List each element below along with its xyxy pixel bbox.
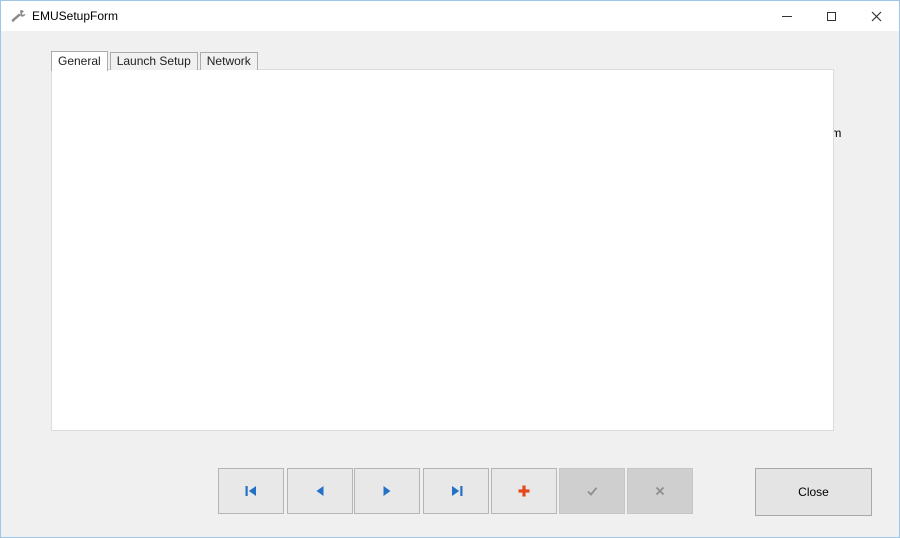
- close-icon: [871, 11, 882, 22]
- check-icon: [585, 484, 599, 498]
- first-record-button[interactable]: [218, 468, 284, 514]
- emusetupform-window: EMUSetupForm General Launch Setup Networ…: [0, 0, 900, 538]
- last-record-icon: [449, 484, 464, 498]
- maximize-button[interactable]: [809, 1, 854, 31]
- close-form-label: Close: [798, 485, 829, 499]
- next-record-button[interactable]: [354, 468, 420, 514]
- close-form-button[interactable]: Close: [755, 468, 872, 516]
- minimize-button[interactable]: [764, 1, 809, 31]
- minimize-icon: [782, 16, 792, 17]
- cross-icon: [654, 485, 666, 497]
- post-edit-button[interactable]: [559, 468, 625, 514]
- maximize-icon: [827, 12, 836, 21]
- prior-record-icon: [313, 484, 327, 498]
- window-title: EMUSetupForm: [32, 1, 118, 31]
- insert-record-button[interactable]: [491, 468, 557, 514]
- tab-network[interactable]: Network: [200, 52, 258, 70]
- first-record-icon: [244, 484, 259, 498]
- title-bar: EMUSetupForm: [1, 1, 899, 31]
- tab-strip: General Launch Setup Network: [51, 50, 260, 70]
- close-window-button[interactable]: [854, 1, 899, 31]
- last-record-button[interactable]: [423, 468, 489, 514]
- insert-plus-icon: [517, 484, 531, 498]
- tab-page-general: [51, 69, 834, 431]
- prior-record-button[interactable]: [287, 468, 353, 514]
- wrench-icon: [10, 8, 26, 24]
- next-record-icon: [380, 484, 394, 498]
- tab-general[interactable]: General: [51, 51, 108, 71]
- tab-launch-setup[interactable]: Launch Setup: [110, 52, 198, 70]
- cancel-edit-button[interactable]: [627, 468, 693, 514]
